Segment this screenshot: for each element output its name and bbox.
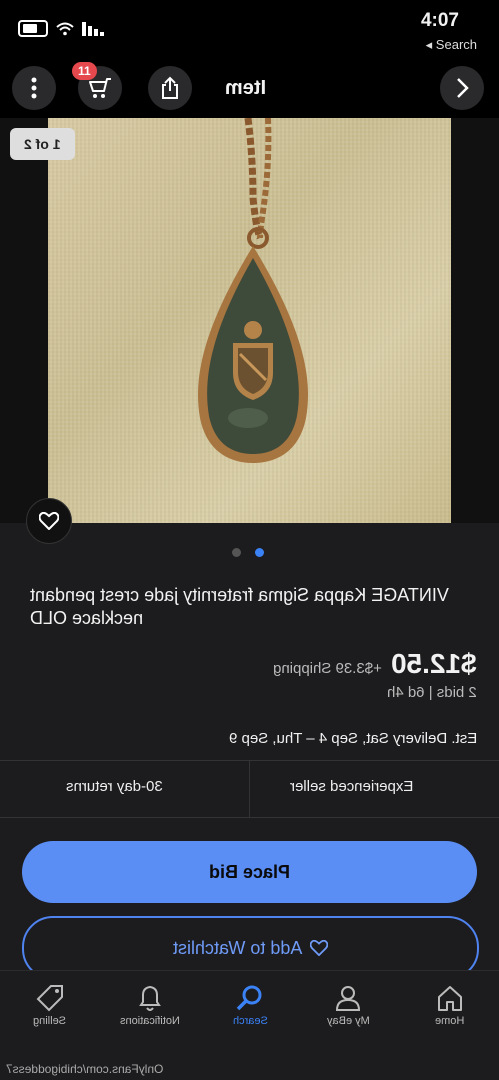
more-button[interactable] — [12, 66, 56, 110]
tag-icon — [36, 985, 63, 1012]
tab-selling-label: Selling — [33, 1015, 67, 1027]
watchlist-label: Add to Watchlist — [172, 937, 303, 958]
vertical-dots-icon — [31, 77, 37, 99]
bottom-tab-bar: Selling Notifications Search My eBay Hom… — [0, 970, 499, 1061]
tab-search-label: Search — [232, 1015, 268, 1027]
item-title: VINTAGE Kappa Sigma fraternity jade cres… — [30, 584, 480, 630]
tab-notifications-label: Notifications — [120, 1015, 180, 1027]
chevron-right-icon — [457, 78, 469, 98]
image-counter: 1 of 2 — [10, 128, 75, 160]
home-icon — [438, 986, 462, 1011]
item-title-text: VINTAGE Kappa Sigma fraternity jade cres… — [30, 585, 449, 628]
share-icon — [162, 76, 178, 99]
cart-count-badge: 11 — [72, 62, 97, 80]
current-price: $12.50 — [391, 648, 477, 679]
cart-button[interactable]: 11 — [72, 62, 122, 110]
returns-text: 30-day returns — [66, 778, 163, 795]
page-title: Item — [225, 77, 266, 100]
heart-icon — [39, 512, 59, 530]
battery-icon — [18, 20, 48, 37]
clock: 4:07 — [420, 10, 459, 31]
signal-icon — [82, 21, 104, 36]
watermark: OnlyFans.com/chibigoddess7 — [6, 1062, 163, 1076]
pendant-illustration — [198, 117, 308, 463]
seller-text: Experienced seller — [290, 778, 414, 795]
pager-dot-active[interactable] — [255, 548, 264, 557]
status-icons — [18, 20, 104, 37]
wifi-icon — [56, 22, 74, 35]
person-icon — [335, 986, 361, 1011]
top-nav: 11 Item — [0, 60, 499, 118]
pager-dot[interactable] — [232, 548, 241, 557]
tab-home[interactable]: Home — [410, 981, 490, 1027]
seller-feature[interactable]: Experienced seller — [290, 778, 413, 795]
returns-feature[interactable]: 30-day returns — [66, 778, 163, 795]
item-features: 30-day returns Experienced seller — [0, 760, 499, 818]
gallery-pager — [232, 548, 264, 557]
features-divider — [249, 761, 250, 817]
price-row: +$3.39 Shipping $12.50 — [273, 648, 478, 680]
back-button[interactable] — [440, 66, 484, 110]
tab-selling[interactable]: Selling — [10, 981, 90, 1027]
bell-icon — [139, 985, 161, 1011]
tab-my-ebay-label: My eBay — [326, 1015, 370, 1027]
image-counter-text: 1 of 2 — [24, 136, 61, 152]
item-page: 4:07 ◂ Search 11 Item 1 of 2 VINTAGE Kap… — [0, 0, 499, 1080]
place-bid-button[interactable]: Place Bid — [22, 841, 477, 903]
bid-info[interactable]: 2 bids | 6d 4h — [387, 684, 477, 701]
back-to-search-link[interactable]: ◂ Search — [426, 37, 477, 53]
page-title-text: Item — [225, 77, 267, 99]
shipping-cost: +$3.39 Shipping — [272, 660, 382, 677]
delivery-text: Est. Delivery Sat, Sep 4 – Thu, Sep 9 — [228, 730, 477, 747]
delivery-estimate: Est. Delivery Sat, Sep 4 – Thu, Sep 9 — [229, 730, 477, 747]
tab-notifications[interactable]: Notifications — [110, 981, 190, 1027]
cart-icon — [89, 78, 111, 98]
tab-my-ebay[interactable]: My eBay — [308, 981, 388, 1027]
image-gallery[interactable]: 1 of 2 — [0, 117, 499, 544]
item-photo[interactable] — [48, 117, 451, 523]
share-button[interactable] — [148, 66, 192, 110]
heart-outline-icon — [310, 940, 329, 956]
status-bar: 4:07 ◂ Search — [0, 0, 499, 60]
search-icon — [236, 985, 262, 1011]
watermark-text: OnlyFans.com/chibigoddess7 — [6, 1062, 164, 1076]
tab-search[interactable]: Search — [210, 981, 290, 1027]
place-bid-label: Place Bid — [208, 861, 291, 882]
bid-info-text: 2 bids | 6d 4h — [387, 684, 477, 701]
tab-home-label: Home — [435, 1015, 465, 1027]
watch-heart-button[interactable] — [26, 498, 72, 544]
